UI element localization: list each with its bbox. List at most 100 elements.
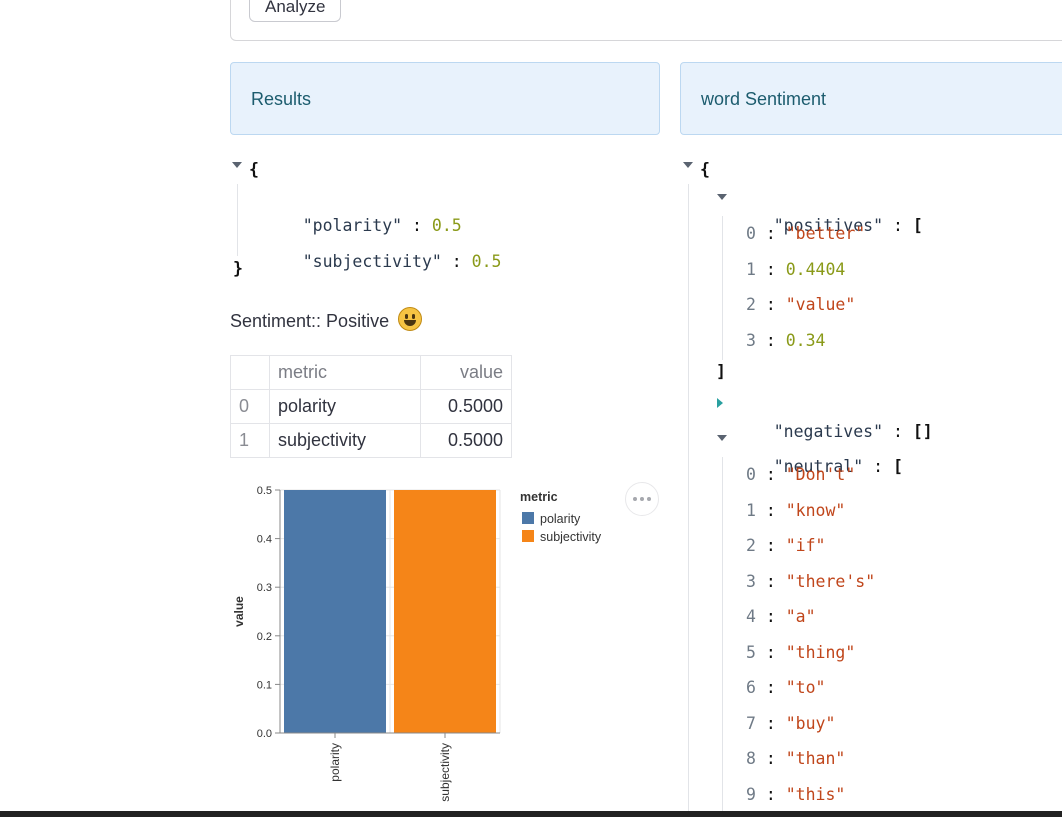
- form-card: Analyze: [230, 0, 1062, 41]
- json-array-item: 2 : "if": [746, 536, 826, 555]
- metric-bar-chart: 0.0 0.1 0.2 0.3 0.4 0.5 polarity subjectivity va…: [232, 485, 602, 802]
- collapse-caret-icon[interactable]: [717, 435, 727, 441]
- bar-polarity: [284, 490, 386, 733]
- table-cell-value: 0.5000: [420, 389, 512, 424]
- json-array-item: 1 : 0.4404: [746, 259, 846, 279]
- chart-menu-button[interactable]: [625, 482, 659, 516]
- results-header: Results: [230, 62, 660, 135]
- table-cell-metric: polarity: [269, 389, 421, 424]
- json-value: "a": [785, 607, 816, 626]
- json-index: 2: [746, 536, 756, 555]
- table-cell-index: 1: [230, 423, 270, 458]
- table-cell-index: 0: [230, 389, 270, 424]
- json-index: 6: [746, 678, 756, 697]
- table-row: 0 polarity 0.5000: [230, 389, 512, 424]
- legend-title: metric: [520, 490, 558, 504]
- json-value: "thing": [785, 642, 856, 662]
- collapse-caret-icon[interactable]: [232, 162, 242, 168]
- json-index: 8: [746, 749, 756, 768]
- json-array-item: 0 : "Don't": [746, 465, 856, 484]
- json-index: 1: [746, 500, 756, 520]
- json-value: "know": [785, 500, 846, 520]
- legend-swatch: [522, 512, 534, 524]
- json-array-item: 3 : "there's": [746, 571, 876, 591]
- json-index: 0: [746, 465, 756, 484]
- json-indent-guide: [237, 184, 238, 256]
- json-indent-guide: [688, 184, 689, 811]
- collapse-caret-icon[interactable]: [717, 194, 727, 200]
- metrics-table[interactable]: metric value 0 polarity 0.5000 1 subject…: [230, 355, 512, 458]
- json-entry: "polarity" : 0.5: [302, 216, 462, 235]
- json-array-item: 7 : "buy": [746, 713, 836, 733]
- json-key: "subjectivity": [302, 252, 442, 271]
- json-array-key: "neutral" : [: [773, 457, 903, 476]
- x-tick-label: subjectivity: [438, 743, 452, 802]
- json-open-brace: {: [249, 160, 259, 179]
- collapse-caret-icon[interactable]: [683, 162, 693, 168]
- table-header-row: metric value: [230, 355, 512, 390]
- table-row: 1 subjectivity 0.5000: [230, 423, 512, 458]
- json-index: 3: [746, 571, 756, 591]
- sentiment-result: Sentiment:: Positive: [230, 307, 423, 332]
- json-index: 2: [746, 295, 756, 314]
- y-tick-label: 0.0: [257, 728, 272, 740]
- legend-label: polarity: [540, 512, 581, 526]
- json-array-item: 8 : "than": [746, 749, 846, 768]
- json-index: 9: [746, 784, 756, 804]
- y-tick-label: 0.1: [257, 679, 272, 691]
- table-cell-metric: subjectivity: [269, 423, 421, 458]
- json-value: "to": [785, 678, 826, 697]
- bar-subjectivity: [394, 490, 496, 733]
- table-cell-value: 0.5000: [420, 423, 512, 458]
- json-value: 0.4404: [785, 259, 846, 279]
- json-close-brace: }: [233, 259, 243, 278]
- y-axis-label: value: [232, 596, 246, 627]
- table-header-value[interactable]: value: [420, 355, 512, 390]
- json-entry: "subjectivity" : 0.5: [302, 252, 502, 271]
- json-indent-guide: [722, 457, 723, 811]
- json-close-bracket: ]: [716, 362, 726, 381]
- json-array-key: "negatives" : []: [773, 422, 933, 441]
- json-array-item: 3 : 0.34: [746, 330, 826, 350]
- json-value: 0.34: [785, 330, 826, 350]
- json-value: "there's": [785, 571, 876, 591]
- json-indent-guide: [722, 216, 723, 360]
- legend-swatch: [522, 530, 534, 542]
- y-tick-label: 0.5: [257, 485, 272, 497]
- json-open-brace: {: [700, 160, 710, 179]
- json-index: 4: [746, 607, 756, 626]
- y-tick-label: 0.2: [257, 631, 272, 643]
- json-array-item: 0 : "better": [746, 224, 866, 243]
- json-index: 5: [746, 642, 756, 662]
- json-value: "this": [785, 784, 846, 804]
- bottom-bar: [0, 811, 1062, 817]
- json-array-item: 9 : "this": [746, 784, 846, 804]
- json-value: "if": [785, 536, 826, 555]
- json-array-item: 4 : "a": [746, 607, 816, 626]
- table-header-index: [230, 355, 270, 390]
- json-index: 7: [746, 713, 756, 733]
- json-index: 1: [746, 259, 756, 279]
- json-value: 0.5: [471, 252, 502, 271]
- json-index: 3: [746, 330, 756, 350]
- json-bracket: []: [912, 422, 933, 441]
- legend-label: subjectivity: [540, 530, 602, 544]
- json-value: "than": [785, 749, 846, 768]
- json-value: "better": [785, 224, 866, 243]
- sentiment-text: Sentiment:: Positive: [230, 311, 390, 331]
- word-sentiment-header: word Sentiment: [680, 62, 1062, 135]
- analyze-button[interactable]: Analyze: [249, 0, 342, 22]
- json-value: "value": [785, 295, 856, 314]
- json-array-key: "positives" : [: [773, 216, 923, 235]
- json-value: "buy": [785, 713, 836, 733]
- json-array-item: 6 : "to": [746, 678, 826, 697]
- table-header-metric[interactable]: metric: [269, 355, 421, 390]
- x-tick-label: polarity: [328, 743, 342, 782]
- json-array-item: 1 : "know": [746, 500, 846, 520]
- json-bracket: [: [892, 457, 903, 476]
- y-tick-label: 0.4: [257, 534, 272, 546]
- json-index: 0: [746, 224, 756, 243]
- expand-caret-icon[interactable]: [717, 398, 723, 408]
- json-array-item: 5 : "thing": [746, 642, 856, 662]
- json-value: "Don't": [785, 465, 856, 484]
